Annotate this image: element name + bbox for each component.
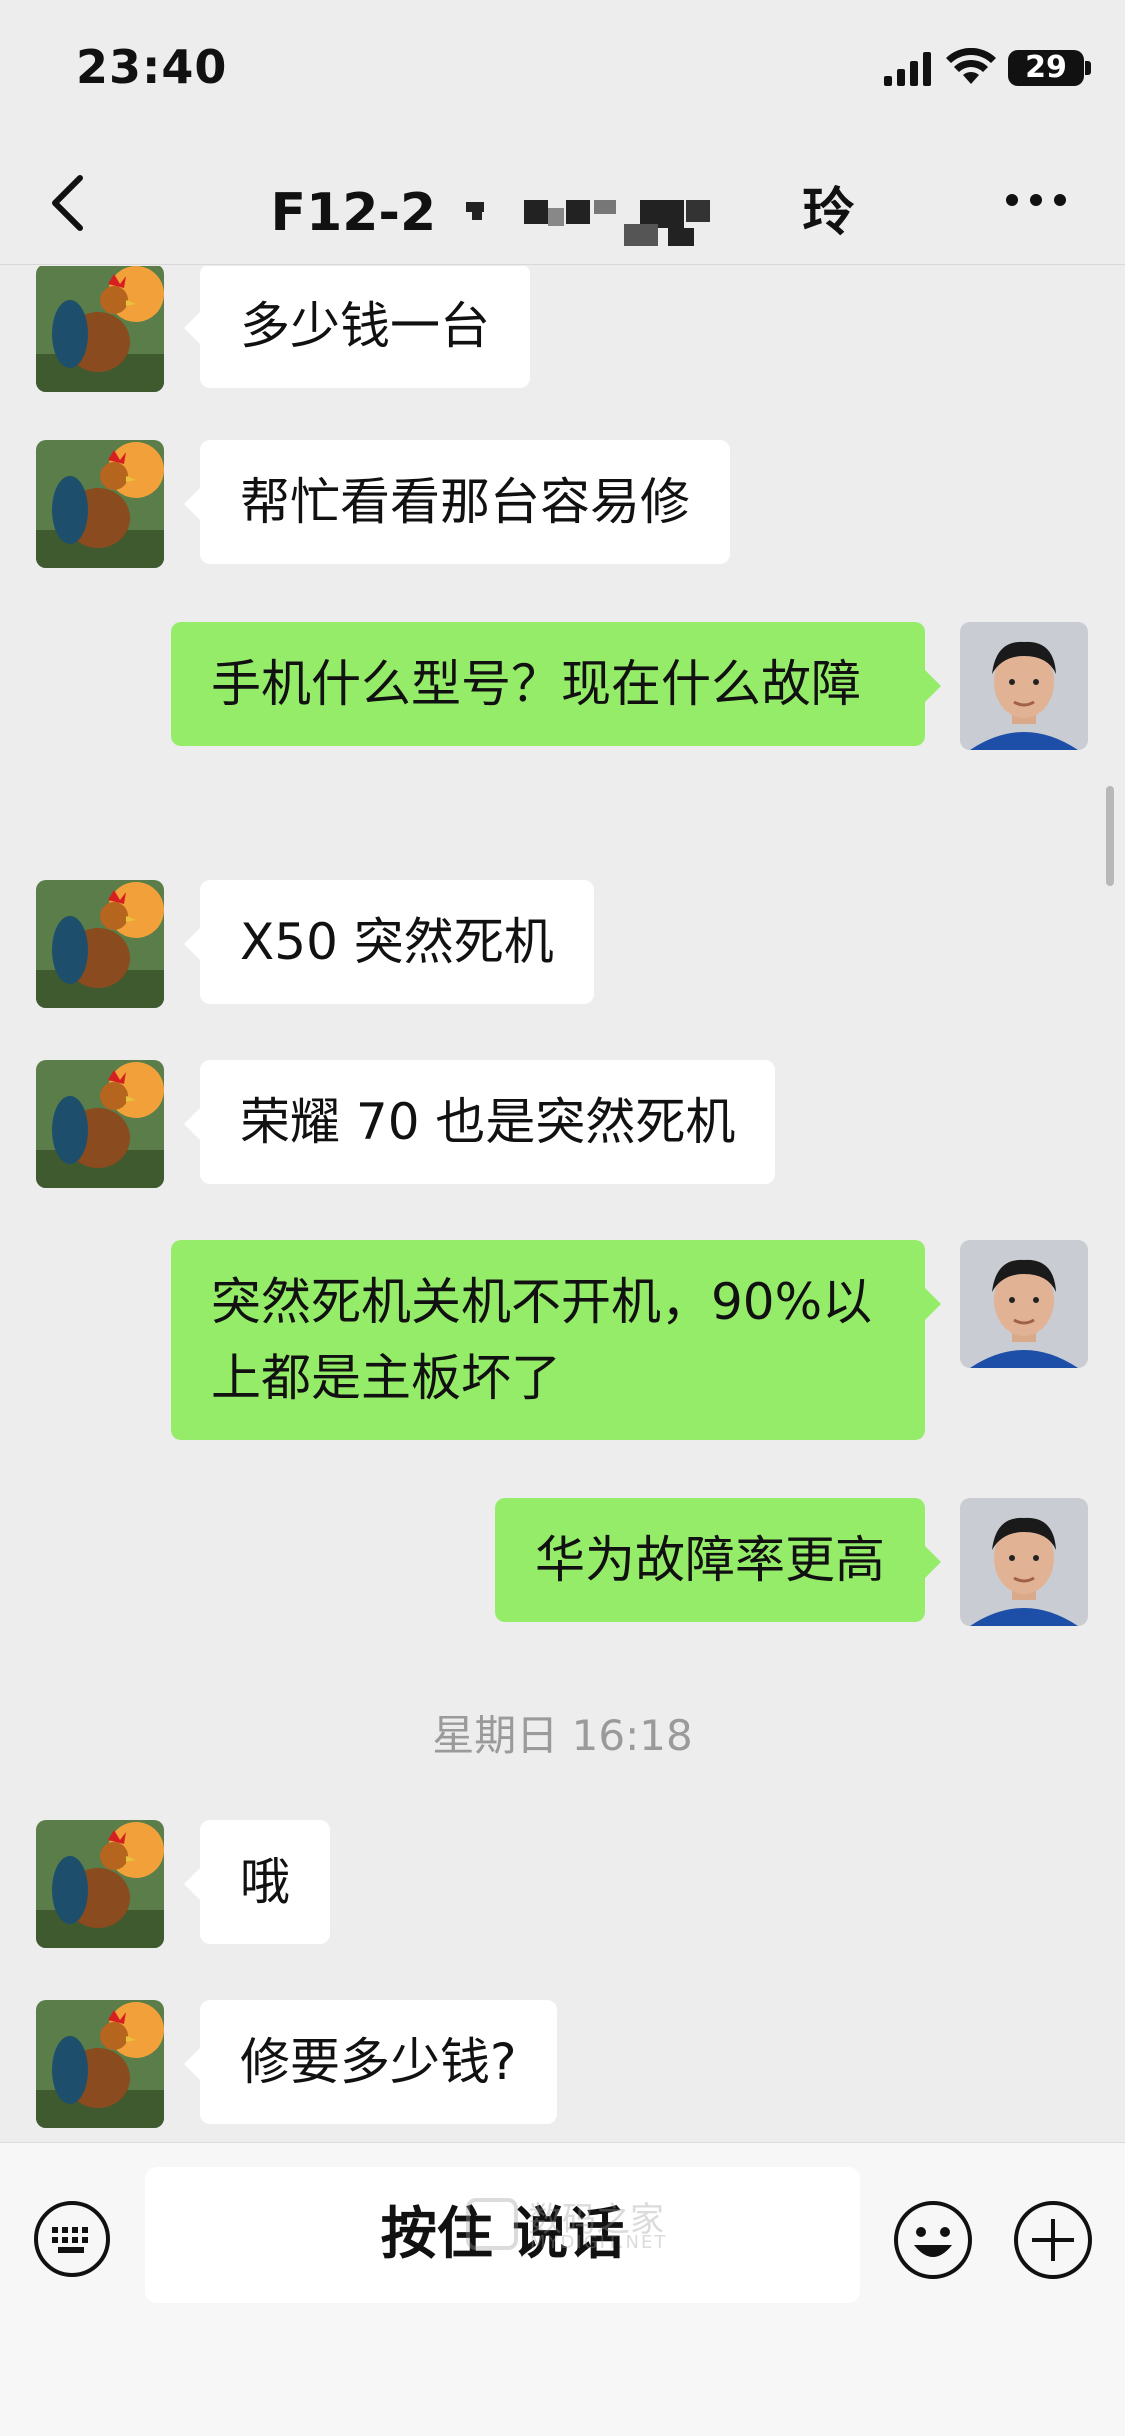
timestamp: 星期日 16:18 <box>432 1711 693 1760</box>
incoming-message[interactable]: 帮忙看看那台容易修 <box>184 440 730 564</box>
keyboard-icon[interactable] <box>32 2199 112 2279</box>
emoji-icon[interactable] <box>892 2199 974 2281</box>
chat-title-prefix: F12-2 <box>270 183 437 243</box>
signal-icon <box>884 52 931 86</box>
chat-title-suffix: 玲 <box>802 183 855 243</box>
status-time: 23:40 <box>76 40 228 94</box>
incoming-message[interactable]: 修要多少钱? <box>184 2000 557 2124</box>
scrollbar[interactable] <box>1106 786 1114 886</box>
wifi-icon <box>946 48 996 84</box>
incoming-message[interactable]: X50 突然死机 <box>184 880 594 1004</box>
incoming-message[interactable]: 哦 <box>184 1820 330 1944</box>
outgoing-message[interactable]: 手机什么型号？现在什么故障 <box>171 622 941 746</box>
redacted-name <box>454 188 784 246</box>
watermark-logo-icon <box>466 2198 518 2250</box>
incoming-message[interactable]: 多少钱一台 <box>184 266 530 388</box>
input-bar: 按住 说话 <box>0 2142 1125 2436</box>
battery-icon: 29 <box>1008 50 1084 86</box>
avatar-rooster[interactable] <box>36 1820 164 1948</box>
status-bar: 23:40 29 <box>0 0 1125 140</box>
avatar-rooster[interactable] <box>36 440 164 568</box>
outgoing-message[interactable]: 突然死机关机不开机，90%以上都是主板坏了 <box>171 1240 941 1440</box>
avatar-self[interactable] <box>960 622 1088 750</box>
more-icon[interactable] <box>1000 180 1080 220</box>
avatar-rooster[interactable] <box>36 1060 164 1188</box>
chat-header: F12-2 玲 <box>0 140 1125 265</box>
message-list[interactable]: 多少钱一台 帮忙看看那台容易修 手机什么型号？现在什么故障 X50 突然死机 荣… <box>0 266 1125 2142</box>
watermark: 数码之家 MYDIGIT.NET <box>462 2192 672 2256</box>
avatar-rooster[interactable] <box>36 266 164 392</box>
avatar-self[interactable] <box>960 1240 1088 1368</box>
watermark-subtext: MYDIGIT.NET <box>530 2232 668 2253</box>
outgoing-message[interactable]: 华为故障率更高 <box>495 1498 941 1622</box>
battery-level: 29 <box>1025 50 1067 85</box>
avatar-rooster[interactable] <box>36 2000 164 2128</box>
avatar-self[interactable] <box>960 1498 1088 1626</box>
back-icon[interactable] <box>40 168 100 238</box>
avatar-rooster[interactable] <box>36 880 164 1008</box>
incoming-message[interactable]: 荣耀 70 也是突然死机 <box>183 1060 776 1184</box>
chat-title: F12-2 玲 <box>200 170 925 246</box>
battery-tip <box>1085 61 1091 75</box>
plus-icon[interactable] <box>1012 2199 1094 2281</box>
